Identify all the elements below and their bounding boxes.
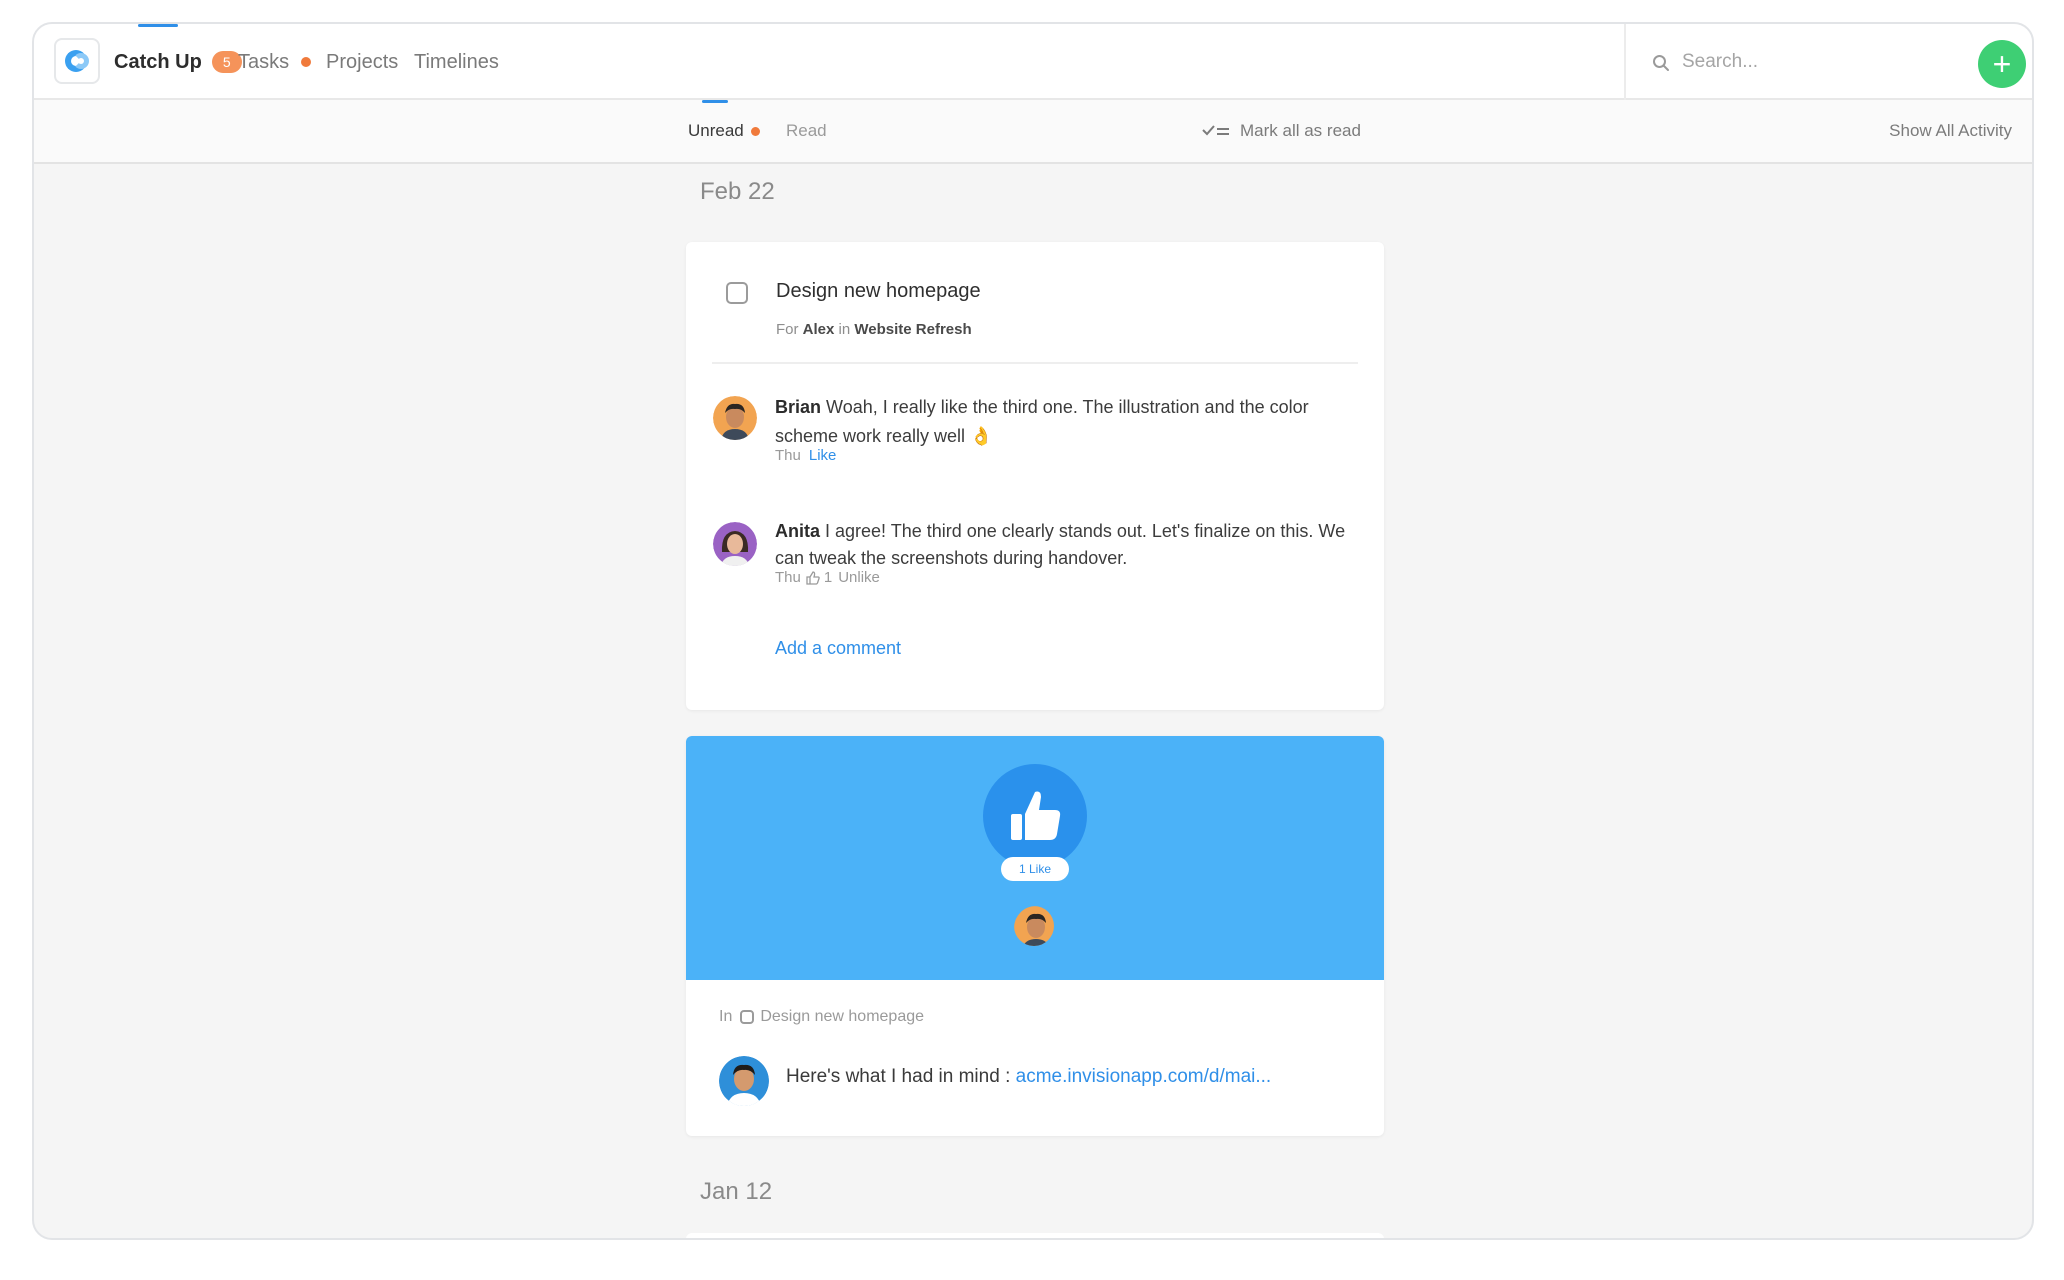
unread-dot — [750, 126, 760, 136]
mark-all-read-button[interactable]: Mark all as read — [1202, 100, 1361, 162]
tab-unread[interactable]: Unread — [688, 100, 760, 162]
task-meta: For Alex in Website Refresh — [776, 321, 972, 338]
app-window: Catch Up 5 Tasks Projects Timelines + Un… — [32, 22, 2034, 1240]
search-bar — [1624, 24, 2032, 100]
comment-body: Here's what I had in mind : — [786, 1066, 1011, 1087]
like-count-pill: 1 Like — [1001, 857, 1069, 881]
comment-body: Woah, I really like the third one. The i… — [775, 397, 1309, 446]
add-comment-link[interactable]: Add a comment — [775, 638, 901, 659]
avatar-brian[interactable] — [713, 396, 757, 440]
thumbs-up-icon — [806, 570, 820, 585]
tab-unread-label: Unread — [688, 121, 744, 140]
comment-text: Anita I agree! The third one clearly sta… — [775, 518, 1355, 572]
top-nav: Catch Up 5 Tasks Projects Timelines + — [34, 24, 2032, 100]
meta-for-label: For — [776, 321, 799, 338]
comment-meta: Thu 1 Unlike — [775, 569, 880, 586]
comment-day: Thu — [775, 447, 801, 464]
task-checkbox-icon — [740, 1010, 755, 1024]
tab-catch-up-label: Catch Up — [114, 50, 202, 73]
tab-read[interactable]: Read — [786, 100, 827, 162]
search-icon — [1653, 55, 1669, 71]
prototype-link[interactable]: acme.invisionapp.com/d/mai... — [1016, 1066, 1272, 1087]
tab-timelines[interactable]: Timelines — [414, 24, 499, 100]
task-reference: In Design new homepage — [719, 1008, 924, 1026]
search-input[interactable] — [1682, 44, 1932, 80]
task-reference-link[interactable]: Design new homepage — [760, 1008, 924, 1026]
task-checkbox[interactable] — [726, 282, 748, 304]
comment-text: Brian Woah, I really like the third one.… — [775, 393, 1355, 451]
app-logo-icon[interactable] — [54, 38, 100, 84]
tab-projects-label: Projects — [326, 50, 399, 73]
like-banner: 1 Like — [686, 736, 1384, 980]
thumbs-up-icon — [1011, 791, 1061, 840]
tasks-notification-dot — [301, 57, 312, 67]
date-heading: Feb 22 — [700, 178, 775, 205]
tab-projects[interactable]: Projects — [326, 24, 398, 100]
checklist-icon — [1202, 125, 1229, 136]
like-count: 1 — [823, 569, 833, 586]
assignee-name[interactable]: Alex — [803, 321, 835, 338]
in-label: In — [719, 1008, 733, 1025]
tab-timelines-label: Timelines — [414, 50, 499, 73]
mark-all-read-label: Mark all as read — [1240, 121, 1361, 140]
task-activity-card — [686, 1233, 1384, 1238]
avatar-author[interactable] — [719, 1056, 769, 1106]
like-button[interactable]: Like — [809, 447, 837, 464]
sub-nav: Unread Read Mark all as read Show All Ac… — [34, 100, 2032, 164]
task-title[interactable]: Design new homepage — [776, 280, 981, 303]
tab-tasks-label: Tasks — [238, 50, 290, 73]
show-all-activity-link[interactable]: Show All Activity — [1889, 100, 2012, 162]
project-name[interactable]: Website Refresh — [854, 321, 971, 338]
ok-hand-emoji: 👌 — [970, 426, 993, 446]
tab-catch-up[interactable]: Catch Up 5 — [114, 24, 242, 100]
comment-author[interactable]: Anita — [775, 521, 820, 541]
comment-author[interactable]: Brian — [775, 397, 821, 417]
like-circle — [983, 764, 1087, 868]
comment-body: I agree! The third one clearly stands ou… — [775, 521, 1346, 568]
task-activity-card: Design new homepage For Alex in Website … — [686, 242, 1384, 710]
avatar-anita[interactable] — [713, 522, 757, 566]
meta-in-label: in — [838, 321, 851, 338]
tab-tasks[interactable]: Tasks — [238, 24, 312, 100]
unlike-button[interactable]: Unlike — [838, 569, 880, 586]
like-activity-card: 1 Like In Design new homepage Here's wha… — [686, 736, 1384, 1136]
tab-read-label: Read — [786, 121, 827, 140]
comment-day: Thu — [775, 569, 801, 586]
date-heading: Jan 12 — [700, 1178, 773, 1205]
liker-avatar[interactable] — [1012, 904, 1056, 948]
comment-text: Here's what I had in mind : acme.invisio… — [786, 1066, 1271, 1088]
comment-meta: Thu Like — [775, 447, 836, 464]
divider — [712, 362, 1358, 364]
add-new-button[interactable]: + — [1978, 40, 2026, 88]
